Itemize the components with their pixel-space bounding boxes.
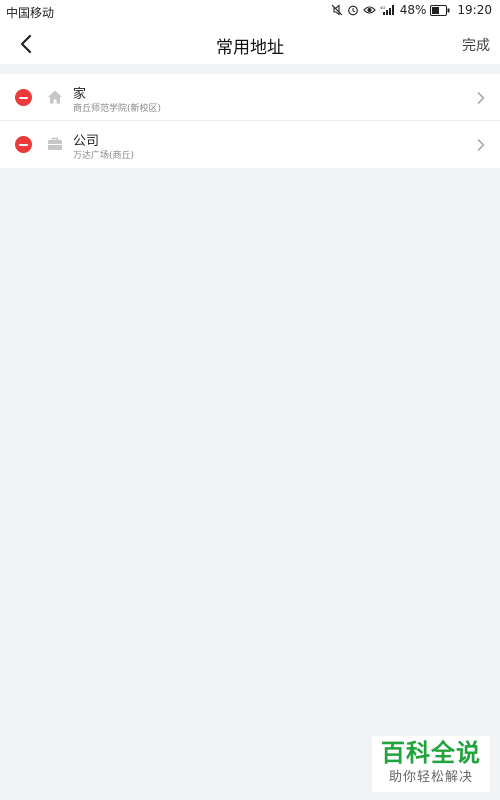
- delete-button[interactable]: [15, 136, 32, 153]
- page-title: 常用地址: [216, 38, 284, 58]
- svg-text:4G: 4G: [380, 5, 385, 10]
- carrier-label: 中国移动: [6, 6, 55, 20]
- address-name: 家: [73, 87, 87, 102]
- address-item-company[interactable]: 公司 万达广场(商丘): [0, 121, 500, 168]
- home-icon: [47, 89, 63, 105]
- briefcase-icon: [47, 136, 63, 152]
- chevron-right-icon: [476, 137, 486, 151]
- clock: 19:20: [457, 3, 492, 17]
- address-detail: 万达广场(商丘): [73, 151, 135, 161]
- eye-icon: [362, 4, 376, 16]
- chevron-right-icon: [476, 90, 486, 104]
- signal-icon: 4G: [380, 4, 396, 16]
- address-name: 公司: [73, 134, 100, 149]
- address-list: 家 商丘师范学院(新校区) 公司 万达广场(商丘): [0, 74, 500, 168]
- done-button[interactable]: 完成: [462, 35, 490, 55]
- status-icons: 4G 48% 19:20: [331, 3, 492, 17]
- nav-bar: 常用地址 完成: [0, 24, 500, 64]
- battery-percent: 48%: [399, 3, 427, 17]
- watermark: 百科全说 助你轻松解决: [372, 736, 490, 792]
- delete-button[interactable]: [15, 89, 32, 106]
- alarm-icon: [347, 4, 359, 16]
- section-gap: [0, 64, 500, 74]
- watermark-subtitle: 助你轻松解决: [388, 770, 473, 785]
- address-item-home[interactable]: 家 商丘师范学院(新校区): [0, 74, 500, 121]
- watermark-title: 百科全说: [381, 739, 481, 767]
- mute-icon: [331, 4, 343, 16]
- status-bar: 中国移动 4G 48% 19:20: [0, 0, 500, 24]
- battery-icon: [430, 4, 450, 16]
- address-detail: 商丘师范学院(新校区): [73, 104, 162, 114]
